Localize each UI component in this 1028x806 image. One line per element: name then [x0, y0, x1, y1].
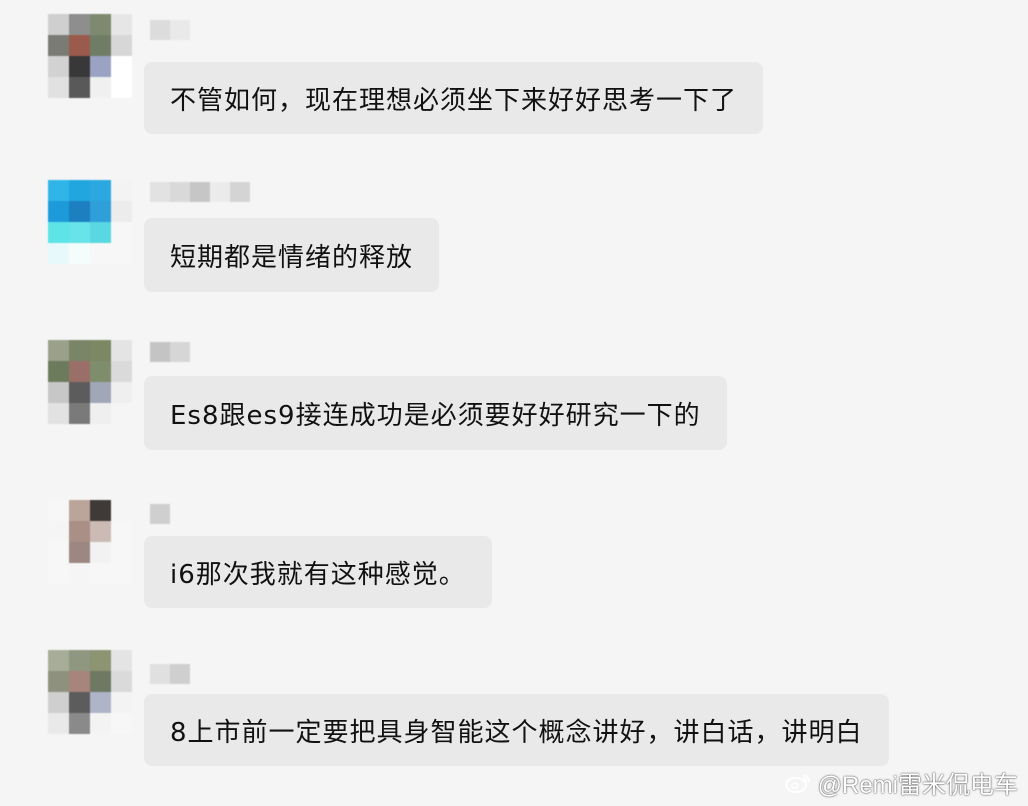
sender-name [150, 182, 250, 204]
message-bubble[interactable]: 短期都是情绪的释放 [144, 218, 440, 292]
message-text: 不管如何，现在理想必须坐下来好好思考一下了 [170, 85, 738, 116]
avatar[interactable] [48, 14, 132, 98]
message-row: Es8跟es9接连成功是必须要好好研究一下的 [0, 340, 1028, 460]
avatar[interactable] [48, 500, 132, 584]
avatar[interactable] [48, 180, 132, 264]
sender-name [150, 664, 190, 686]
sender-name [150, 504, 170, 526]
message-bubble[interactable]: Es8跟es9接连成功是必须要好好研究一下的 [144, 376, 727, 450]
watermark-text: @Remi雷米侃电车 [817, 772, 1018, 799]
message-text: 短期都是情绪的释放 [170, 242, 414, 273]
message-row: 8上市前一定要把具身智能这个概念讲好，讲白话，讲明白 [0, 650, 1028, 770]
message-bubble[interactable]: 8上市前一定要把具身智能这个概念讲好，讲白话，讲明白 [144, 694, 889, 766]
message-text: 8上市前一定要把具身智能这个概念讲好，讲白话，讲明白 [170, 717, 863, 748]
chat-window: 不管如何，现在理想必须坐下来好好思考一下了 短期都是情绪的释放 Es8跟es9接… [0, 0, 1028, 806]
message-text: Es8跟es9接连成功是必须要好好研究一下的 [170, 400, 701, 431]
weibo-icon [784, 772, 812, 794]
message-text: i6那次我就有这种感觉。 [170, 559, 466, 590]
message-bubble[interactable]: i6那次我就有这种感觉。 [144, 536, 492, 608]
message-row: i6那次我就有这种感觉。 [0, 500, 1028, 610]
sender-name [150, 342, 190, 364]
message-row: 短期都是情绪的释放 [0, 180, 1028, 300]
avatar[interactable] [48, 340, 132, 424]
message-bubble[interactable]: 不管如何，现在理想必须坐下来好好思考一下了 [144, 62, 764, 134]
message-row: 不管如何，现在理想必须坐下来好好思考一下了 [0, 14, 1028, 144]
watermark: @Remi雷米侃电车 [784, 765, 1018, 800]
sender-name [150, 20, 190, 42]
avatar[interactable] [48, 650, 132, 734]
